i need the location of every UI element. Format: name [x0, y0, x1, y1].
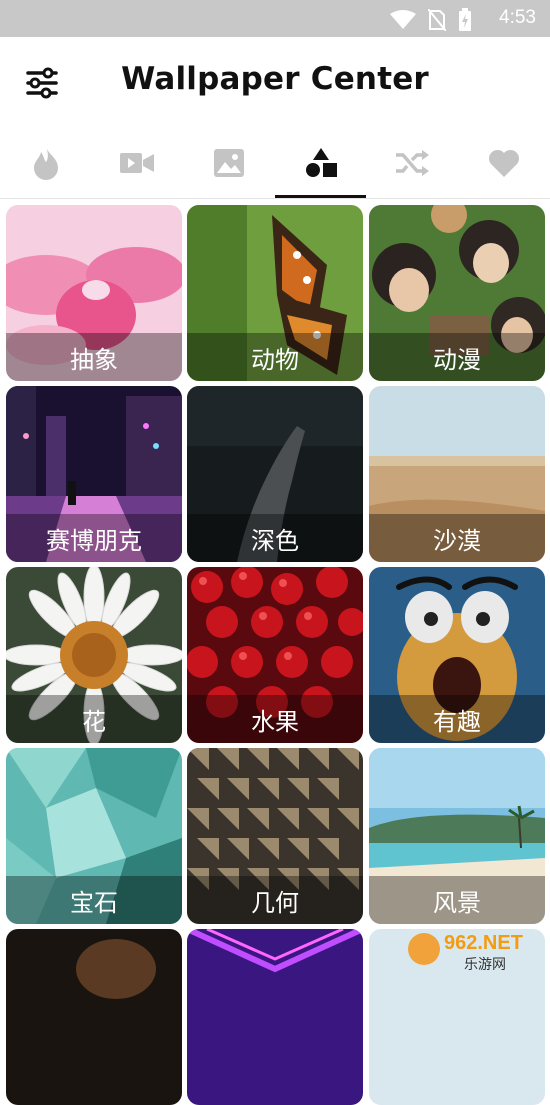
category-tile-flower[interactable]: 花 — [6, 567, 182, 743]
tile-label: 风景 — [369, 876, 545, 924]
thumbnail — [187, 929, 363, 1105]
category-tile-geometry[interactable]: 几何 — [187, 748, 363, 924]
status-time: 4:53 — [499, 7, 536, 28]
tab-image[interactable] — [183, 127, 274, 198]
tile-label: 赛博朋克 — [6, 514, 182, 562]
tab-video[interactable] — [91, 127, 182, 198]
category-tile-dark[interactable]: 深色 — [187, 386, 363, 562]
category-tile-desert[interactable]: 沙漠 — [369, 386, 545, 562]
fire-icon — [33, 146, 58, 180]
battery-charging-icon — [459, 8, 471, 31]
tab-category[interactable] — [275, 127, 366, 198]
tab-random[interactable] — [366, 127, 457, 198]
page-title: Wallpaper Center — [121, 61, 429, 97]
svg-text:962.NET: 962.NET — [444, 932, 523, 954]
watermark-logo: 962.NET 乐游网 — [408, 932, 523, 973]
tile-label: 水果 — [187, 695, 363, 743]
tile-label: 深色 — [187, 514, 363, 562]
category-tile-more-1[interactable] — [6, 929, 182, 1105]
app-bar: Wallpaper Center — [0, 37, 550, 127]
category-tile-funny[interactable]: 有趣 — [369, 567, 545, 743]
shuffle-icon — [395, 149, 429, 176]
image-icon — [213, 148, 244, 177]
category-tile-gem[interactable]: 宝石 — [6, 748, 182, 924]
tile-label: 有趣 — [369, 695, 545, 743]
category-tile-anime[interactable]: 动漫 — [369, 205, 545, 381]
video-icon — [119, 152, 154, 173]
tile-label: 宝石 — [6, 876, 182, 924]
status-icons — [390, 8, 472, 32]
category-tile-abstract[interactable]: 抽象 — [6, 205, 182, 381]
tile-label: 动漫 — [369, 333, 545, 381]
tile-label: 抽象 — [6, 333, 182, 381]
category-tile-cyberpunk[interactable]: 赛博朋克 — [6, 386, 182, 562]
tab-favorite[interactable] — [458, 127, 549, 198]
status-bar: 4:53 — [0, 0, 550, 37]
thumbnail — [6, 929, 182, 1105]
wifi-icon — [390, 10, 416, 29]
tab-bar — [0, 127, 550, 199]
svg-text:乐游网: 乐游网 — [464, 957, 506, 973]
tile-label: 花 — [6, 695, 182, 743]
tile-label: 沙漠 — [369, 514, 545, 562]
category-tile-scenery[interactable]: 风景 — [369, 748, 545, 924]
tile-label: 动物 — [187, 333, 363, 381]
category-grid: 抽象 动物 动漫 赛博朋克 深色 沙漠 花 水果 有趣 宝石 几何 风景 — [0, 198, 550, 1105]
tile-label: 几何 — [187, 876, 363, 924]
category-tile-more-2[interactable] — [187, 929, 363, 1105]
category-tile-animal[interactable]: 动物 — [187, 205, 363, 381]
category-tile-fruit[interactable]: 水果 — [187, 567, 363, 743]
heart-icon — [488, 149, 519, 177]
no-sim-icon — [428, 9, 446, 31]
shapes-icon — [305, 147, 337, 177]
tab-hot[interactable] — [0, 127, 91, 198]
